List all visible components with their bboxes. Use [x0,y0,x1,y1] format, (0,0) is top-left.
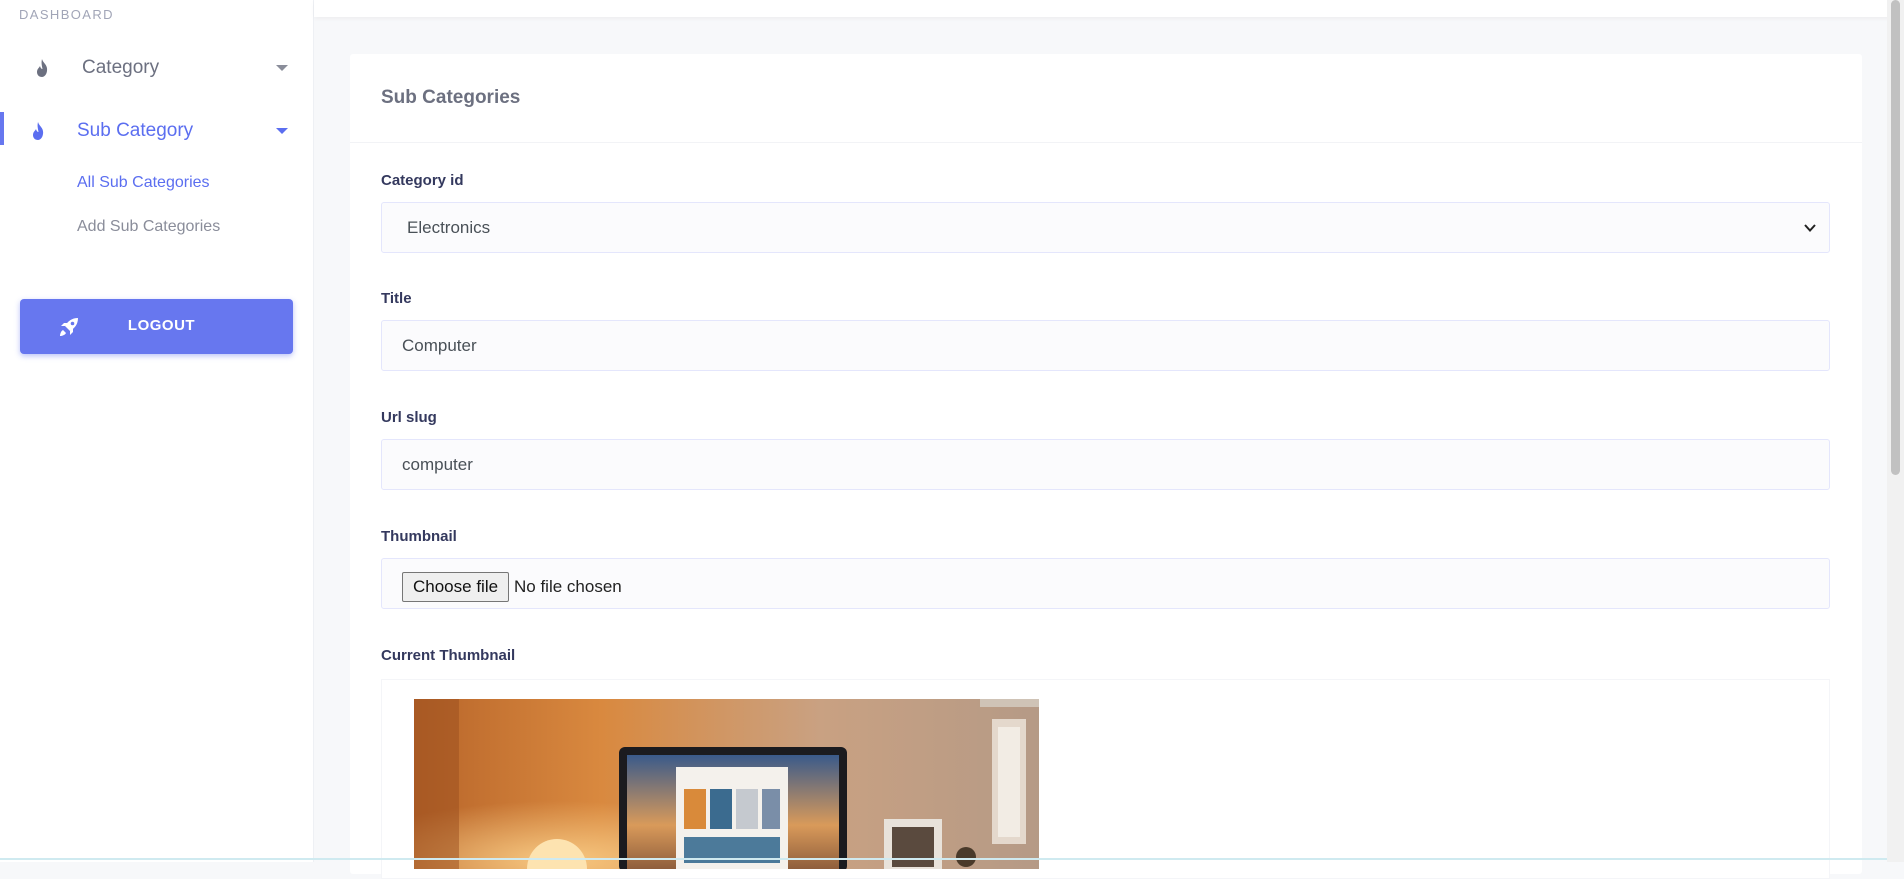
sidebar-subitem-add-sub-categories[interactable]: Add Sub Categories [77,218,220,236]
scrollbar-thumb[interactable] [1891,0,1900,475]
fire-icon [30,121,46,141]
card-header: Sub Categories [350,54,1862,143]
sidebar-item-category[interactable]: Category [0,48,313,88]
chevron-down-icon [276,128,288,134]
chevron-down-icon [1803,220,1817,234]
choose-file-button[interactable]: Choose file [402,572,510,602]
card-title: Sub Categories [381,87,521,108]
sidebar-item-label: Sub Category [77,120,194,141]
category-id-value: Electronics [407,218,491,237]
url-slug-label: Url slug [381,409,437,426]
sub-category-edit-card: Sub Categories Category id Electronics T… [350,54,1862,879]
top-navbar [314,0,1904,17]
thumbnail-file-input[interactable]: Choose file No file chosen [381,558,1830,609]
logout-label: LOGOUT [127,317,196,334]
thumbnail-label: Thumbnail [381,528,457,545]
chevron-down-icon [276,65,288,71]
page-scrollbar[interactable] [1887,0,1904,862]
url-slug-input[interactable]: computer [381,439,1830,490]
title-value: Computer [402,336,477,355]
logout-button[interactable]: LOGOUT [20,299,293,354]
active-indicator [0,112,4,145]
sidebar-heading: DASHBOARD [19,7,114,22]
bottom-divider [0,858,1887,860]
url-slug-value: computer [402,455,473,474]
title-input[interactable]: Computer [381,320,1830,371]
current-thumbnail-image [414,699,1039,869]
sidebar-subitem-all-sub-categories[interactable]: All Sub Categories [77,174,210,192]
fire-icon [34,58,50,78]
file-status: No file chosen [514,577,622,596]
category-id-select[interactable]: Electronics [381,202,1830,253]
sidebar-item-label: Category [82,57,160,78]
title-label: Title [381,290,412,307]
current-thumbnail-label: Current Thumbnail [381,647,516,664]
current-thumbnail-container [381,679,1830,879]
sidebar-item-sub-category[interactable]: Sub Category [0,111,313,151]
category-id-label: Category id [381,172,464,189]
sidebar: DASHBOARD Category Sub Category All Sub … [0,0,314,862]
